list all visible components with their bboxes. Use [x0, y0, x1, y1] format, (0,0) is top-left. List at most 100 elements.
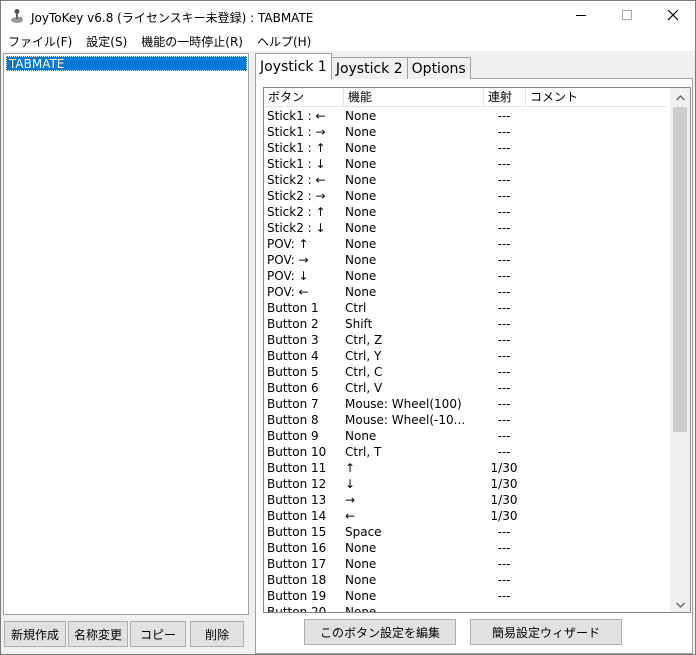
edit-button-setting-button[interactable]: このボタン設定を編集: [304, 619, 456, 645]
column-header-comment[interactable]: コメント: [526, 88, 666, 106]
tab-joystick-2[interactable]: Joystick 2: [330, 57, 408, 79]
scroll-up-button[interactable]: [670, 88, 690, 105]
new-profile-button[interactable]: 新規作成: [4, 621, 66, 647]
cell-function: None: [345, 237, 377, 251]
maximize-button[interactable]: [604, 1, 650, 31]
cell-repeat: 1/30: [490, 493, 518, 507]
table-row[interactable]: Button 4 Ctrl, Y ---: [264, 348, 669, 364]
cell-function: ↓: [345, 477, 356, 491]
cell-comment: [524, 300, 664, 316]
cell-comment: [524, 156, 664, 172]
cell-repeat: ---: [497, 573, 511, 587]
table-row[interactable]: Button 20 None ---: [264, 604, 669, 613]
cell-function: None: [345, 221, 377, 235]
table-row[interactable]: POV: → None ---: [264, 252, 669, 268]
cell-function: None: [345, 205, 377, 219]
scroll-down-button[interactable]: [670, 595, 690, 612]
vertical-scrollbar[interactable]: [670, 88, 690, 612]
easy-setup-wizard-button[interactable]: 簡易設定ウィザード: [470, 619, 622, 645]
table-row[interactable]: Button 3 Ctrl, Z ---: [264, 332, 669, 348]
table-row[interactable]: Stick1 : ← None ---: [264, 108, 669, 124]
cell-comment: [524, 364, 664, 380]
cell-repeat: ---: [497, 205, 511, 219]
delete-profile-button[interactable]: 削除: [190, 621, 244, 647]
cell-button: Stick2 : ↓: [267, 221, 326, 235]
title-bar[interactable]: JoyToKey v6.8 (ライセンスキー未登録) : TABMATE: [1, 1, 695, 31]
cell-button: Button 17: [267, 557, 327, 571]
table-row[interactable]: Button 12 ↓ 1/30: [264, 476, 669, 492]
cell-comment: [524, 332, 664, 348]
table-row[interactable]: Button 18 None ---: [264, 572, 669, 588]
table-row[interactable]: Stick2 : ↓ None ---: [264, 220, 669, 236]
cell-function: ←: [345, 509, 356, 523]
table-row[interactable]: Button 13 → 1/30: [264, 492, 669, 508]
table-row[interactable]: Button 14 ← 1/30: [264, 508, 669, 524]
cell-comment: [524, 268, 664, 284]
cell-function: None: [345, 541, 377, 555]
column-header-button[interactable]: ボタン: [264, 88, 344, 106]
profile-item-tabmate[interactable]: TABMATE: [6, 56, 247, 71]
table-row[interactable]: POV: ↓ None ---: [264, 268, 669, 284]
table-row[interactable]: Button 2 Shift ---: [264, 316, 669, 332]
menu-pause[interactable]: 機能の一時停止(R): [134, 31, 250, 51]
cell-repeat: ---: [497, 285, 511, 299]
table-row[interactable]: Button 7 Mouse: Wheel(100) ---: [264, 396, 669, 412]
table-row[interactable]: Button 17 None ---: [264, 556, 669, 572]
cell-button: POV: ↓: [267, 269, 309, 283]
table-row[interactable]: Button 5 Ctrl, C ---: [264, 364, 669, 380]
cell-function: Shift: [345, 317, 373, 331]
cell-repeat: ---: [497, 365, 511, 379]
rename-profile-button[interactable]: 名称変更: [68, 621, 128, 647]
tab-joystick-1[interactable]: Joystick 1: [255, 53, 332, 79]
column-header-repeat[interactable]: 連射: [484, 88, 526, 106]
table-row[interactable]: POV: ↑ None ---: [264, 236, 669, 252]
menu-file[interactable]: ファイル(F): [1, 31, 79, 51]
cell-function: None: [345, 605, 377, 613]
table-row[interactable]: Stick2 : ← None ---: [264, 172, 669, 188]
table-row[interactable]: Button 19 None ---: [264, 588, 669, 604]
column-header-function[interactable]: 機能: [344, 88, 484, 106]
table-row[interactable]: Stick1 : ↓ None ---: [264, 156, 669, 172]
joystick-icon: [9, 8, 25, 24]
menu-help[interactable]: ヘルプ(H): [250, 31, 318, 51]
cell-button: Button 6: [267, 381, 319, 395]
table-row[interactable]: POV: ← None ---: [264, 284, 669, 300]
cell-button: Stick2 : →: [267, 189, 326, 203]
window-title: JoyToKey v6.8 (ライセンスキー未登録) : TABMATE: [31, 11, 314, 25]
cell-comment: [524, 492, 664, 508]
cell-function: ↑: [345, 461, 356, 475]
table-row[interactable]: Button 11 ↑ 1/30: [264, 460, 669, 476]
cell-repeat: ---: [497, 109, 511, 123]
table-row[interactable]: Button 9 None ---: [264, 428, 669, 444]
table-row[interactable]: Stick2 : ↑ None ---: [264, 204, 669, 220]
cell-repeat: ---: [497, 157, 511, 171]
cell-function: None: [345, 125, 377, 139]
table-row[interactable]: Stick1 : → None ---: [264, 124, 669, 140]
copy-profile-button[interactable]: コピー: [130, 621, 186, 647]
table-row[interactable]: Button 16 None ---: [264, 540, 669, 556]
tab-options[interactable]: Options: [406, 57, 471, 79]
menu-settings[interactable]: 設定(S): [79, 31, 134, 51]
maximize-icon: [622, 9, 632, 23]
table-row[interactable]: Button 10 Ctrl, T ---: [264, 444, 669, 460]
button-assignment-list[interactable]: ボタン 機能 連射 コメント Stick1 : ← None --- Stick1 :…: [263, 87, 691, 613]
cell-button: Button 4: [267, 349, 319, 363]
cell-button: Button 5: [267, 365, 319, 379]
cell-button: Stick2 : ↑: [267, 205, 326, 219]
cell-button: Button 7: [267, 397, 319, 411]
table-row[interactable]: Button 15 Space ---: [264, 524, 669, 540]
cell-button: Stick1 : ↑: [267, 141, 326, 155]
table-row[interactable]: Stick1 : ↑ None ---: [264, 140, 669, 156]
table-row[interactable]: Button 1 Ctrl ---: [264, 300, 669, 316]
scrollbar-thumb[interactable]: [673, 107, 687, 432]
cell-comment: [524, 476, 664, 492]
profile-list[interactable]: TABMATE: [3, 53, 249, 615]
close-button[interactable]: [650, 1, 696, 31]
table-row[interactable]: Button 8 Mouse: Wheel(-10... ---: [264, 412, 669, 428]
cell-comment: [524, 556, 664, 572]
table-row[interactable]: Stick2 : → None ---: [264, 188, 669, 204]
minimize-button[interactable]: [558, 1, 604, 31]
cell-comment: [524, 524, 664, 540]
cell-button: POV: →: [267, 253, 309, 267]
table-row[interactable]: Button 6 Ctrl, V ---: [264, 380, 669, 396]
